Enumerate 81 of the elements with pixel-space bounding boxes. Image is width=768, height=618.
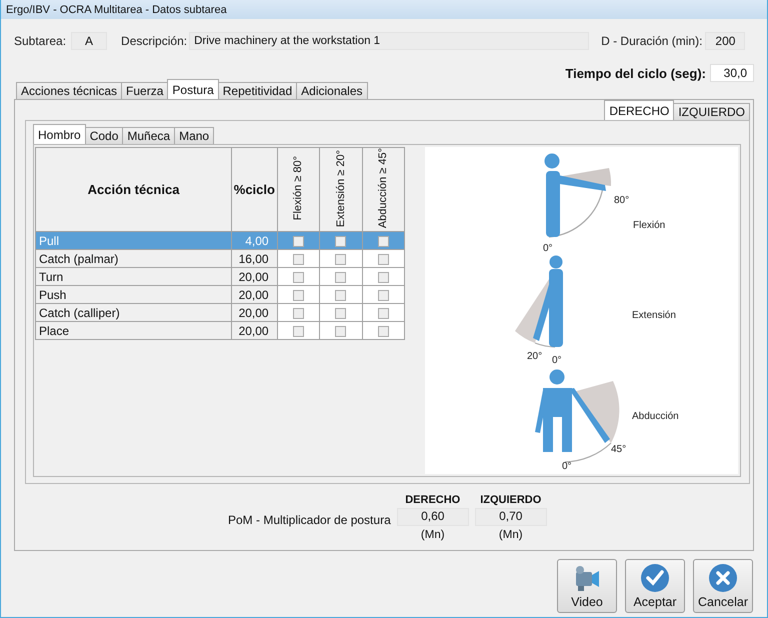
- angle-label: 80°: [614, 195, 630, 206]
- table-row[interactable]: Place 20,00: [36, 322, 404, 340]
- checkbox[interactable]: [292, 272, 304, 283]
- percent-cell: 20,00: [232, 286, 278, 304]
- close-icon: [708, 563, 738, 593]
- table-row[interactable]: Catch (palmar) 16,00: [36, 250, 404, 268]
- unit-label: (Mn): [498, 529, 523, 541]
- column-header: Acción técnica: [36, 148, 232, 232]
- flexion-label: Flexión: [633, 220, 666, 231]
- checkbox[interactable]: [335, 254, 346, 265]
- checkbox[interactable]: [378, 290, 389, 301]
- checkbox[interactable]: [292, 308, 304, 319]
- joint-tab[interactable]: Muñeca: [122, 127, 176, 144]
- window-title: Ergo/IBV - OCRA Multitarea - Datos subtarea: [6, 4, 227, 16]
- checkbox[interactable]: [292, 236, 304, 247]
- tab[interactable]: Repetitividad: [218, 82, 298, 99]
- percent-cell: 16,00: [232, 250, 278, 268]
- side-heading: DERECHO: [405, 494, 460, 506]
- column-header: Flexión ≥ 80°: [277, 148, 320, 232]
- action-cell: Catch (calliper): [36, 304, 232, 322]
- tab[interactable]: Adicionales: [296, 82, 368, 99]
- cycle-time-field[interactable]: 30,0: [710, 64, 754, 82]
- video-button[interactable]: Video: [557, 559, 617, 613]
- percent-cell: 20,00: [232, 268, 278, 286]
- duration-field: 200: [705, 32, 746, 50]
- checkbox[interactable]: [292, 326, 304, 337]
- checkbox[interactable]: [378, 326, 389, 337]
- duration-label: D - Duración (min):: [601, 34, 702, 48]
- posture-multiplier-label: PoM - Multiplicador de postura: [228, 512, 391, 526]
- description-label: Descripción:: [121, 34, 188, 48]
- subtask-label: Subtarea:: [14, 34, 66, 48]
- joint-tab[interactable]: Mano: [174, 127, 214, 144]
- joint-tab[interactable]: Codo: [84, 127, 124, 144]
- checkbox[interactable]: [292, 290, 304, 301]
- angle-label: 0°: [543, 243, 553, 254]
- tab[interactable]: Fuerza: [121, 82, 168, 99]
- table-row[interactable]: Turn 20,00: [36, 268, 404, 286]
- column-header: Extensión ≥ 20°: [320, 148, 362, 232]
- table-row[interactable]: Push 20,00: [36, 286, 404, 304]
- table-row[interactable]: Catch (calliper) 20,00: [36, 304, 404, 322]
- checkbox[interactable]: [378, 254, 389, 265]
- accept-button[interactable]: Aceptar: [625, 559, 685, 613]
- percent-cell: 4,00: [232, 232, 278, 250]
- checkbox[interactable]: [378, 272, 389, 283]
- angle-label: 0°: [562, 461, 572, 472]
- cycle-time-label: Tiempo del ciclo (seg):: [565, 66, 706, 80]
- angle-label: 0°: [552, 355, 562, 366]
- side-heading: IZQUIERDO: [480, 494, 542, 506]
- unit-label: (Mn): [420, 529, 445, 541]
- checkbox[interactable]: [335, 308, 346, 319]
- multiplier-field: 0,60: [396, 508, 469, 526]
- tab[interactable]: Acciones técnicas: [16, 82, 122, 99]
- extension-label: Extensión: [632, 310, 676, 321]
- checkbox[interactable]: [335, 326, 346, 337]
- percent-cell: 20,00: [232, 322, 278, 340]
- checkbox[interactable]: [378, 236, 389, 247]
- checkbox[interactable]: [335, 236, 346, 247]
- action-cell: Catch (palmar): [36, 250, 232, 268]
- angle-label: 45°: [611, 444, 626, 455]
- multiplier-field: 0,70: [474, 508, 547, 526]
- check-icon: [640, 563, 670, 593]
- angle-label: 20°: [527, 351, 542, 362]
- joint-tab[interactable]: Hombro: [33, 124, 86, 144]
- tab[interactable]: Postura: [167, 79, 219, 99]
- subtask-field: A: [71, 32, 108, 50]
- abduction-label: Abducción: [632, 411, 679, 422]
- percent-cell: 20,00: [232, 304, 278, 322]
- side-tab[interactable]: IZQUIERDO: [673, 103, 750, 120]
- checkbox[interactable]: [292, 254, 304, 265]
- action-cell: Turn: [36, 268, 232, 286]
- checkbox[interactable]: [378, 308, 389, 319]
- cancel-button[interactable]: Cancelar: [693, 559, 753, 613]
- column-header: %ciclo: [232, 148, 278, 232]
- action-cell: Push: [36, 286, 232, 304]
- action-cell: Place: [36, 322, 232, 340]
- description-field: Drive machinery at the workstation 1: [189, 32, 590, 50]
- side-tab[interactable]: DERECHO: [604, 100, 674, 120]
- action-cell: Pull: [36, 232, 232, 250]
- checkbox[interactable]: [335, 290, 346, 301]
- checkbox[interactable]: [335, 272, 346, 283]
- column-header: Abducción ≥ 45°: [362, 148, 404, 232]
